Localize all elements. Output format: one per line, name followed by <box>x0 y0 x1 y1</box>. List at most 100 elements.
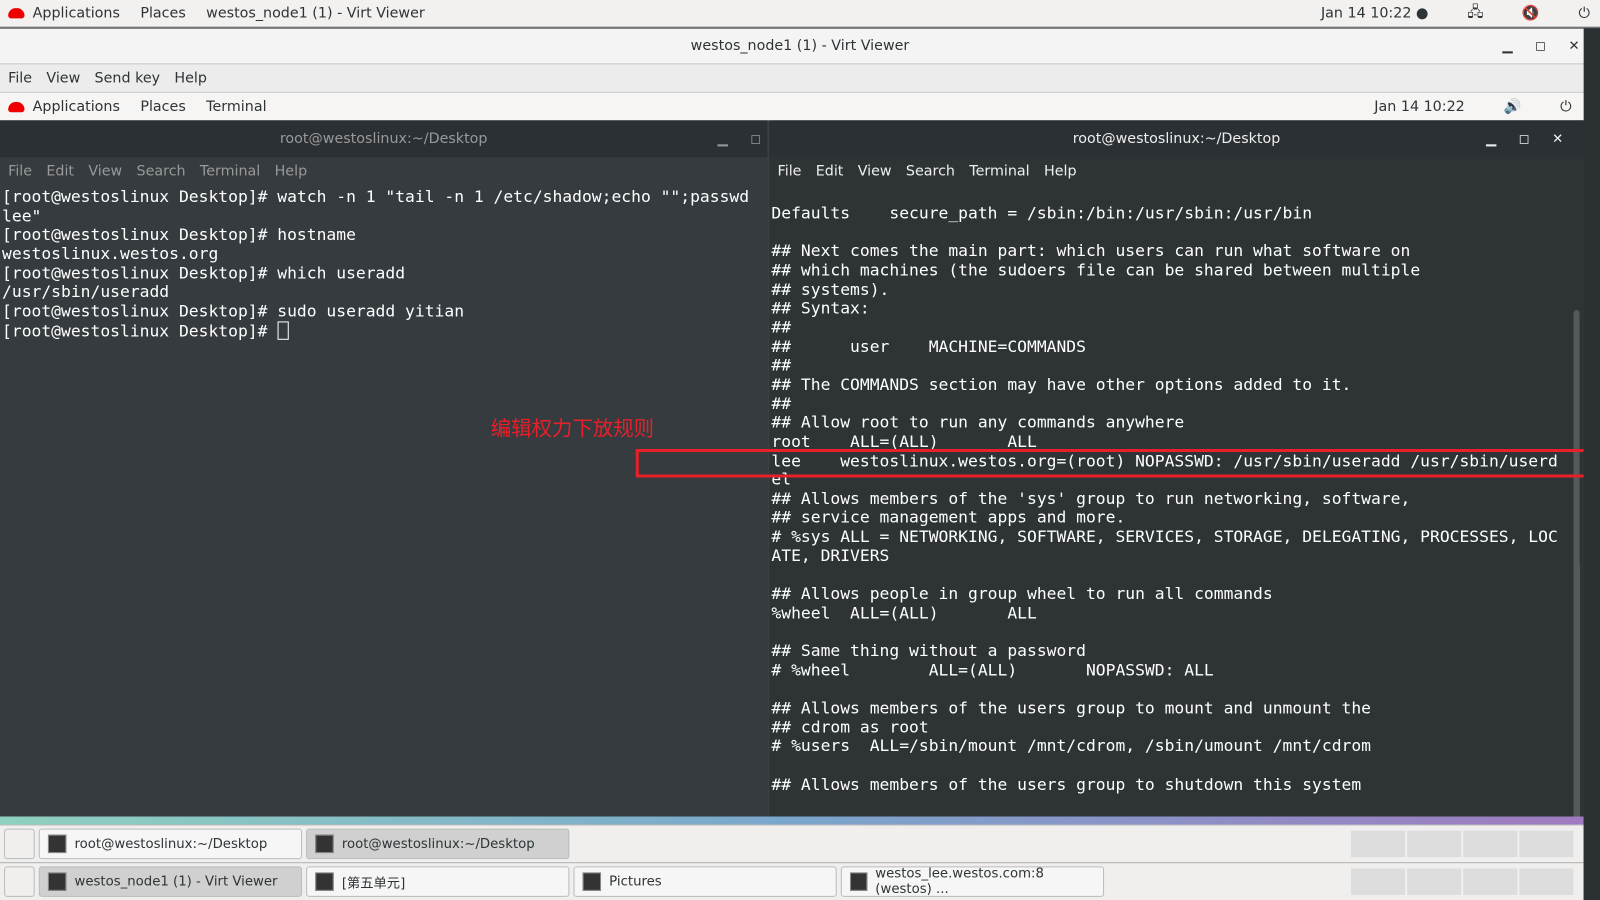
show-desktop-button[interactable] <box>4 866 35 897</box>
minimize-button[interactable]: ▁ <box>1486 131 1496 146</box>
taskbar-window-button[interactable]: westos_lee.westos.com:8 (westos) ... <box>840 866 1105 897</box>
guest-clock[interactable]: Jan 14 10:22 <box>1374 98 1464 114</box>
cursor <box>277 321 289 340</box>
maximize-button[interactable]: ◻ <box>1519 131 1530 146</box>
maximize-button[interactable]: ◻ <box>1535 38 1546 53</box>
redhat-logo-icon <box>8 101 25 112</box>
menu-search[interactable]: Search <box>906 163 955 179</box>
terminal-line: ## Allow root to run any commands anywhe… <box>771 412 1185 432</box>
redhat-logo-icon <box>8 8 25 19</box>
menu-file[interactable]: File <box>8 70 32 86</box>
power-icon[interactable]: ⏻ <box>1560 98 1571 114</box>
terminal-line: ## user MACHINE=COMMANDS <box>771 336 1086 356</box>
menu-view[interactable]: View <box>88 163 122 179</box>
taskbar-window-button[interactable]: westos_node1 (1) - Virt Viewer <box>38 866 303 897</box>
minimize-button[interactable]: ▁ <box>1502 38 1512 53</box>
workspace[interactable] <box>1351 830 1406 858</box>
taskbar-window-button[interactable]: root@westoslinux:~/Desktop <box>306 828 570 860</box>
viewer-menubar: File View Send key Help <box>0 64 1600 93</box>
workspace[interactable] <box>1463 830 1518 858</box>
guest-top-bar: Applications Places Terminal Jan 14 10:2… <box>0 92 1600 121</box>
desktop-wallpaper-strip <box>0 816 1584 825</box>
terminal-line: [root@westoslinux Desktop]# sudo useradd… <box>2 300 465 321</box>
terminal-line: ## <box>771 355 792 375</box>
clock[interactable]: Jan 14 10:22 ● <box>1321 5 1428 21</box>
guest-applications-menu[interactable]: Applications <box>33 98 120 114</box>
terminal-line: ## Allows members of the users group to … <box>771 774 1362 794</box>
guest-places-menu[interactable]: Places <box>140 98 185 114</box>
network-icon[interactable]: 🖧 <box>1467 1 1483 25</box>
volume-muted-icon[interactable]: 🔇 <box>1522 5 1540 21</box>
highlight-box <box>635 448 1589 478</box>
terminal-line: # %wheel ALL=(ALL) NOPASSWD: ALL <box>771 659 1214 680</box>
menu-edit[interactable]: Edit <box>46 163 74 179</box>
menu-file[interactable]: File <box>8 163 32 179</box>
workspace[interactable] <box>1463 868 1518 895</box>
terminal-line: ## Allows members of the users group to … <box>771 697 1372 718</box>
menu-search[interactable]: Search <box>137 163 186 179</box>
workspace-switcher[interactable] <box>1351 868 1584 895</box>
taskbar-label: root@westoslinux:~/Desktop <box>74 836 268 852</box>
terminal-output[interactable]: Defaults secure_path = /sbin:/bin:/usr/s… <box>769 186 1583 794</box>
power-icon[interactable]: ⏻ <box>1578 5 1589 21</box>
terminal-line: ATE, DRIVERS <box>771 545 890 566</box>
terminal-line: ## <box>771 317 792 337</box>
terminal-line: ## which machines (the sudoers file can … <box>771 260 1421 280</box>
terminal-output[interactable]: [root@westoslinux Desktop]# watch -n 1 "… <box>0 186 767 341</box>
terminal-line: # %users ALL=/sbin/mount /mnt/cdrom, /sb… <box>771 736 1372 756</box>
active-window-label: westos_node1 (1) - Virt Viewer <box>206 5 425 22</box>
show-desktop-button[interactable] <box>4 828 35 860</box>
workspace[interactable] <box>1519 868 1574 895</box>
menu-terminal[interactable]: Terminal <box>969 163 1029 179</box>
guest-taskbar: root@westoslinux:~/Desktop root@westoslin… <box>0 824 1584 863</box>
menu-help[interactable]: Help <box>174 70 207 86</box>
menu-view[interactable]: View <box>858 163 892 179</box>
host-top-bar: Applications Places westos_node1 (1) - V… <box>0 0 1600 28</box>
places-menu[interactable]: Places <box>140 5 185 21</box>
close-button[interactable]: ✕ <box>1568 38 1579 53</box>
workspace[interactable] <box>1519 830 1574 858</box>
terminal-line: lee" <box>2 205 42 226</box>
menu-view[interactable]: View <box>46 70 80 86</box>
menu-file[interactable]: File <box>778 163 802 179</box>
menu-send-key[interactable]: Send key <box>95 70 161 86</box>
menu-terminal[interactable]: Terminal <box>200 163 260 179</box>
guest-terminal-menu[interactable]: Terminal <box>206 98 266 114</box>
taskbar-window-button[interactable]: [第五单元] <box>306 866 570 897</box>
volume-icon[interactable]: 🔊 <box>1504 98 1522 114</box>
terminal-line: ## Next comes the main part: which users… <box>771 241 1411 261</box>
workspace[interactable] <box>1407 868 1462 895</box>
window-icon <box>582 872 602 891</box>
workspace-switcher[interactable] <box>1351 830 1584 858</box>
terminal-title: root@westoslinux:~/Desktop <box>1072 130 1281 147</box>
maximize-button[interactable]: ◻ <box>750 131 761 146</box>
workspace[interactable] <box>1351 868 1406 895</box>
terminal-line: /usr/sbin/useradd <box>2 281 170 302</box>
terminal-line: ## Allows members of the 'sys' group to … <box>771 488 1411 508</box>
terminal-line: [root@westoslinux Desktop]# watch -n 1 "… <box>2 186 750 207</box>
taskbar-window-button[interactable]: root@westoslinux:~/Desktop <box>38 828 303 860</box>
taskbar-label: westos_node1 (1) - Virt Viewer <box>74 873 278 890</box>
minimize-button[interactable]: ▁ <box>718 131 728 146</box>
viewer-title: westos_node1 (1) - Virt Viewer <box>690 37 910 55</box>
terminal-line: ## <box>771 393 792 413</box>
applications-menu[interactable]: Applications <box>33 5 120 21</box>
window-icon <box>315 834 334 854</box>
window-icon <box>47 872 67 891</box>
terminal-line: [root@westoslinux Desktop]# hostname <box>2 224 356 245</box>
terminal-title: root@westoslinux:~/Desktop <box>279 130 488 147</box>
taskbar-label: [第五单元] <box>341 876 406 892</box>
menu-help[interactable]: Help <box>1044 163 1077 179</box>
taskbar-window-button[interactable]: Pictures <box>573 866 837 897</box>
menu-edit[interactable]: Edit <box>816 163 844 179</box>
scrollbar[interactable] <box>1573 310 1580 900</box>
window-icon <box>849 872 868 891</box>
terminal-line: ## The COMMANDS section may have other o… <box>771 374 1352 394</box>
close-button[interactable]: ✕ <box>1552 131 1563 146</box>
menu-help[interactable]: Help <box>275 163 308 179</box>
workspace[interactable] <box>1407 830 1462 858</box>
